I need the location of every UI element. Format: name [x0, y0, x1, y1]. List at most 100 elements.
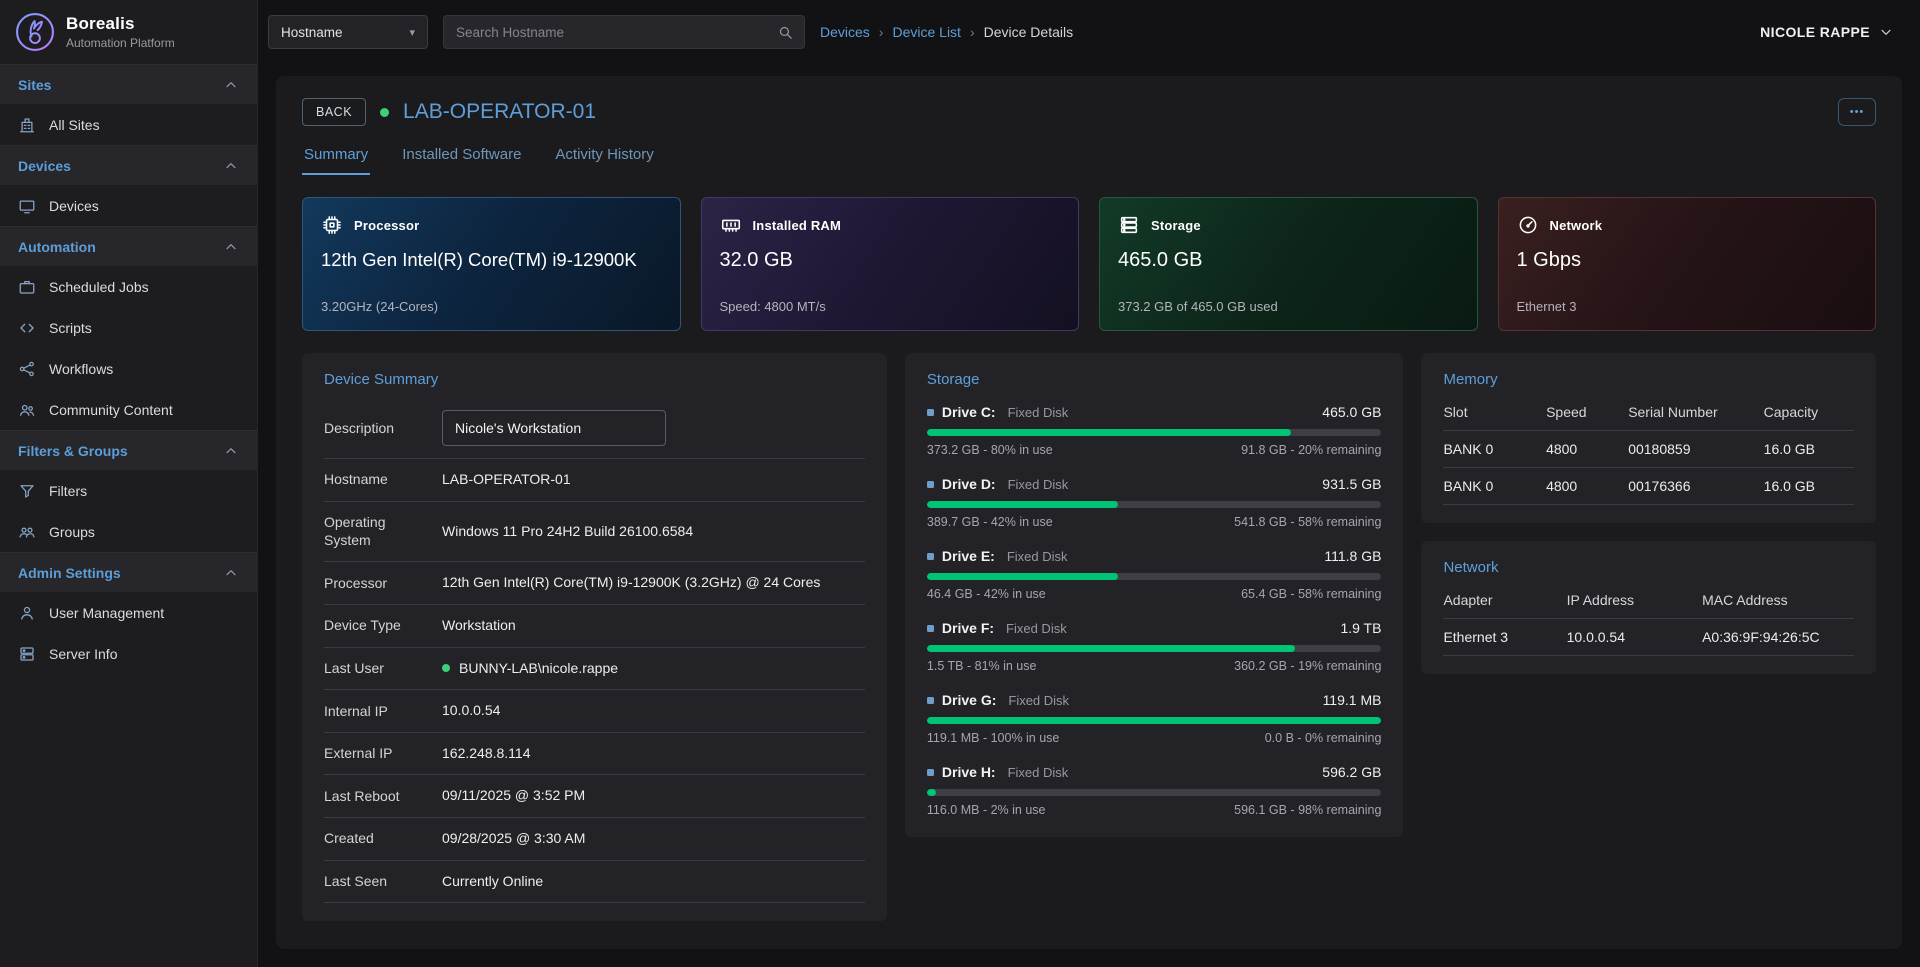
code-icon [18, 319, 36, 337]
chevron-up-icon [223, 239, 239, 255]
row-label: External IP [324, 744, 442, 763]
drive-remaining: 360.2 GB - 19% remaining [1234, 659, 1381, 673]
drive-size: 1.9 TB [1340, 620, 1381, 636]
drive-size: 931.5 GB [1322, 476, 1381, 492]
section-label: Filters & Groups [18, 443, 128, 459]
online-status-dot [442, 664, 450, 672]
chevron-down-icon [1878, 24, 1894, 40]
drive-name: Drive E: [942, 548, 995, 564]
people-icon [18, 401, 36, 419]
drive-bullet-icon [927, 481, 934, 488]
sidebar-section-sites[interactable]: Sites [0, 64, 257, 104]
drive-usage-bar [927, 573, 1382, 580]
drive-row-h: Drive H: Fixed Disk 596.2 GB 116.0 MB - … [927, 764, 1382, 817]
hostname-filter-select[interactable]: Hostname ▾ [268, 15, 428, 49]
drive-type: Fixed Disk [1008, 477, 1069, 492]
summary-row-description: Description [324, 398, 865, 459]
sidebar-item-label: Scripts [49, 320, 92, 336]
sidebar-section-automation[interactable]: Automation [0, 226, 257, 266]
ram-icon [720, 214, 742, 236]
tab-activity-history[interactable]: Activity History [553, 140, 655, 175]
breadcrumb-separator: › [970, 24, 975, 40]
column-header: Serial Number [1628, 394, 1763, 431]
sidebar-item-server-info[interactable]: Server Info [0, 633, 257, 674]
table-row: Ethernet 3 10.0.0.54 A0:36:9F:94:26:5C [1443, 619, 1854, 656]
drive-bullet-icon [927, 409, 934, 416]
sidebar-section-admin-settings[interactable]: Admin Settings [0, 552, 257, 592]
cell-mac: A0:36:9F:94:26:5C [1702, 619, 1854, 656]
drive-used: 116.0 MB - 2% in use [927, 803, 1046, 817]
cell-speed: 4800 [1546, 468, 1628, 505]
panel-title: Storage [927, 371, 1382, 388]
drive-size: 119.1 MB [1323, 692, 1382, 708]
sidebar-item-community-content[interactable]: Community Content [0, 389, 257, 430]
search-icon[interactable] [777, 24, 794, 41]
column-header: Speed [1546, 394, 1628, 431]
row-value: 09/11/2025 @ 3:52 PM [442, 786, 865, 806]
drive-row-g: Drive G: Fixed Disk 119.1 MB 119.1 MB - … [927, 692, 1382, 745]
user-menu[interactable]: NICOLE RAPPE [1760, 24, 1894, 40]
cell-slot: BANK 0 [1443, 468, 1546, 505]
sidebar-item-devices[interactable]: Devices [0, 185, 257, 226]
storage-stack-icon [1118, 214, 1140, 236]
sidebar-item-label: All Sites [49, 117, 100, 133]
drive-used: 389.7 GB - 42% in use [927, 515, 1053, 529]
cell-capacity: 16.0 GB [1764, 431, 1854, 468]
sidebar-item-scheduled-jobs[interactable]: Scheduled Jobs [0, 266, 257, 307]
drive-name: Drive G: [942, 692, 996, 708]
sidebar-item-filters[interactable]: Filters [0, 470, 257, 511]
brand-subtitle: Automation Platform [66, 36, 175, 50]
stat-card-footer: Speed: 4800 MT/s [720, 299, 1061, 314]
stat-card-value: 465.0 GB [1118, 249, 1459, 272]
summary-row-created: Created 09/28/2025 @ 3:30 AM [324, 818, 865, 861]
drive-bullet-icon [927, 553, 934, 560]
back-button[interactable]: BACK [302, 98, 366, 126]
stat-card-title: Installed RAM [753, 218, 842, 233]
sidebar-section-filters-groups[interactable]: Filters & Groups [0, 430, 257, 470]
tab-installed-software[interactable]: Installed Software [400, 140, 523, 175]
sidebar-item-label: Devices [49, 198, 99, 214]
storage-panel: Storage Drive C: Fixed Disk 465.0 GB 373… [905, 353, 1404, 837]
brand-logo[interactable]: Borealis Automation Platform [0, 0, 257, 64]
drive-usage-bar [927, 789, 1382, 796]
drive-remaining: 91.8 GB - 20% remaining [1241, 443, 1381, 457]
row-label: Last Reboot [324, 787, 442, 806]
section-label: Sites [18, 77, 51, 93]
row-label: Last Seen [324, 872, 442, 891]
breadcrumb-device-list[interactable]: Device List [892, 24, 960, 40]
stat-card-footer: 3.20GHz (24-Cores) [321, 299, 662, 314]
stat-card-storage: Storage 465.0 GB 373.2 GB of 465.0 GB us… [1099, 197, 1478, 331]
briefcase-icon [18, 278, 36, 296]
search-input[interactable] [456, 25, 777, 40]
drive-usage-bar [927, 717, 1382, 724]
summary-row-external-ip: External IP 162.248.8.114 [324, 733, 865, 776]
sidebar-item-workflows[interactable]: Workflows [0, 348, 257, 389]
sidebar-item-groups[interactable]: Groups [0, 511, 257, 552]
hostname-filter-value: Hostname [281, 25, 343, 40]
drive-size: 596.2 GB [1322, 764, 1381, 780]
section-label: Admin Settings [18, 565, 121, 581]
summary-row-internal-ip: Internal IP 10.0.0.54 [324, 690, 865, 733]
summary-row-hostname: Hostname LAB-OPERATOR-01 [324, 459, 865, 502]
row-label: Device Type [324, 616, 442, 635]
stat-card-footer: Ethernet 3 [1517, 299, 1858, 314]
sidebar-item-user-management[interactable]: User Management [0, 592, 257, 633]
description-input[interactable] [442, 410, 666, 446]
cell-serial: 00176366 [1628, 468, 1763, 505]
section-label: Devices [18, 158, 71, 174]
breadcrumb-devices[interactable]: Devices [820, 24, 870, 40]
row-label: Internal IP [324, 702, 442, 721]
sidebar-section-devices[interactable]: Devices [0, 145, 257, 185]
more-actions-button[interactable]: ••• [1838, 98, 1876, 126]
section-label: Automation [18, 239, 96, 255]
sidebar-item-label: Workflows [49, 361, 113, 377]
stat-card-value: 32.0 GB [720, 249, 1061, 272]
row-value: BUNNY-LAB\nicole.rappe [459, 659, 618, 679]
user-icon [18, 604, 36, 622]
tab-summary[interactable]: Summary [302, 140, 370, 175]
stat-card-footer: 373.2 GB of 465.0 GB used [1118, 299, 1459, 314]
brand-name: Borealis [66, 14, 175, 34]
breadcrumb-current: Device Details [984, 24, 1073, 40]
sidebar-item-scripts[interactable]: Scripts [0, 307, 257, 348]
sidebar-item-all-sites[interactable]: All Sites [0, 104, 257, 145]
